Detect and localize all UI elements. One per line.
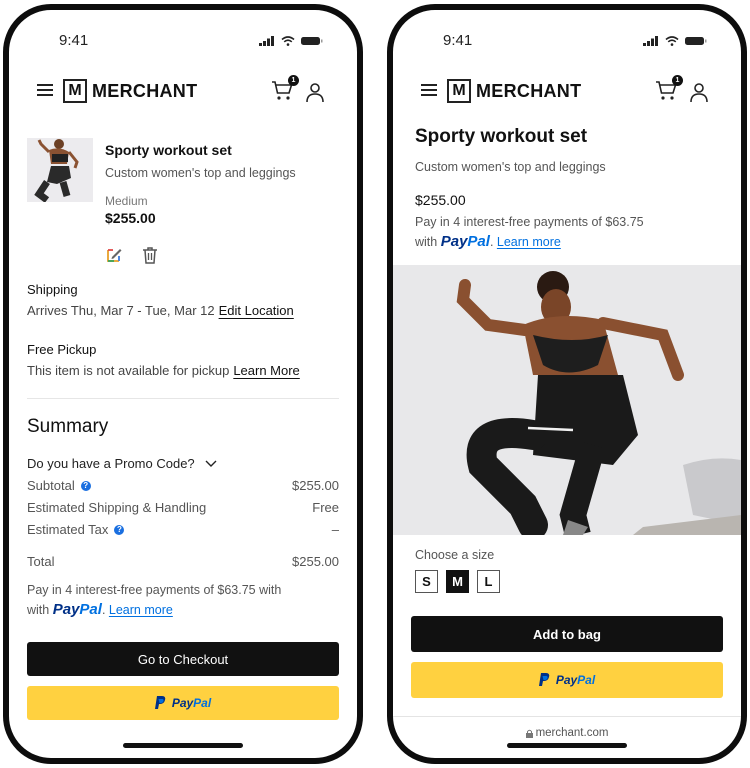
paypal-logo-icon [538, 673, 550, 686]
home-indicator [123, 743, 243, 748]
status-time: 9:41 [59, 32, 89, 49]
product-hero-image[interactable] [393, 265, 741, 535]
cart-badge: 1 [672, 75, 683, 86]
paylater-learn-more-link[interactable]: Learn more [109, 603, 173, 617]
checkout-button[interactable]: Go to Checkout [27, 642, 339, 676]
product-thumbnail[interactable] [27, 138, 93, 202]
site-header: M MERCHANT 1 [393, 75, 741, 110]
item-title: Sporty workout set [105, 142, 232, 158]
product-title: Sporty workout set [415, 126, 588, 147]
divider [27, 398, 339, 399]
status-bar: 9:41 [9, 30, 357, 54]
lock-icon [525, 729, 533, 738]
account-icon[interactable] [305, 81, 325, 103]
paypal-checkout-button[interactable]: PayPal [411, 662, 723, 698]
merchant-logo[interactable]: M MERCHANT [447, 79, 581, 103]
size-option-m[interactable]: M [446, 570, 469, 593]
item-size: Medium [105, 194, 148, 208]
paypal-wordmark: PayPal [52, 601, 102, 618]
cart-icon[interactable]: 1 [271, 75, 299, 104]
wifi-icon [281, 36, 295, 46]
merchant-logo[interactable]: M MERCHANT [63, 79, 197, 103]
shipping-title: Shipping [27, 282, 78, 297]
paypal-wordmark: PayPal [440, 233, 490, 250]
product-screen-phone: 9:41 M MERCHANT 1 Sporty workout set Cus… [387, 4, 747, 764]
shipping-section: Shipping Arrives Thu, Mar 7 - Tue, Mar 1… [27, 282, 339, 318]
battery-icon [301, 37, 323, 45]
site-header: M MERCHANT 1 [9, 75, 357, 110]
summary-title: Summary [27, 416, 109, 437]
edit-location-link[interactable]: Edit Location [219, 303, 294, 318]
home-indicator [507, 743, 627, 748]
logo-text: MERCHANT [92, 80, 198, 101]
item-subtitle: Custom women's top and leggings [105, 166, 296, 180]
logo-mark: M [63, 79, 87, 103]
info-icon[interactable]: ? [80, 480, 91, 491]
battery-icon [685, 37, 707, 45]
pickup-title: Free Pickup [27, 342, 97, 357]
menu-icon[interactable] [37, 84, 53, 98]
pickup-section: Free Pickup This item is not available f… [27, 342, 339, 378]
wifi-icon [665, 36, 679, 46]
summary-row-shipping: Estimated Shipping & Handling Free [27, 500, 339, 515]
edit-icon[interactable] [105, 246, 123, 264]
promo-code-toggle[interactable]: Do you have a Promo Code? [27, 456, 217, 471]
paypal-logo-icon [154, 696, 166, 709]
logo-mark: M [447, 79, 471, 103]
chevron-down-icon [205, 460, 217, 467]
paylater-learn-more-link[interactable]: Learn more [497, 235, 561, 249]
cart-item: Sporty workout set Custom women's top an… [27, 138, 339, 268]
summary-row-tax: Estimated Tax? – [27, 522, 339, 537]
status-bar: 9:41 [393, 30, 741, 54]
paypal-checkout-button[interactable]: PayPal [27, 686, 339, 720]
signal-icon [643, 36, 658, 46]
browser-url-bar[interactable]: merchant.com [393, 716, 741, 756]
pickup-text: This item is not available for pickup [27, 363, 230, 378]
paylater-message: Pay in 4 interest-free payments of $63.7… [27, 583, 282, 618]
size-label: Choose a size [415, 548, 495, 562]
paylater-message: Pay in 4 interest-free payments of $63.7… [415, 215, 644, 250]
trash-icon[interactable] [141, 246, 159, 264]
info-icon[interactable]: ? [114, 524, 125, 535]
item-price: $255.00 [105, 210, 156, 226]
summary-row-total: Total $255.00 [27, 554, 339, 569]
add-to-bag-button[interactable]: Add to bag [411, 616, 723, 652]
status-time: 9:41 [443, 32, 473, 49]
product-price: $255.00 [415, 192, 466, 208]
promo-label: Do you have a Promo Code? [27, 456, 195, 471]
size-option-s[interactable]: S [415, 570, 438, 593]
summary-row-subtotal: Subtotal? $255.00 [27, 478, 339, 493]
menu-icon[interactable] [421, 84, 437, 98]
cart-badge: 1 [288, 75, 299, 86]
size-option-l[interactable]: L [477, 570, 500, 593]
size-selector: S M L [415, 570, 500, 593]
account-icon[interactable] [689, 81, 709, 103]
logo-text: MERCHANT [476, 80, 582, 101]
cart-screen-phone: 9:41 M MERCHANT 1 Sporty workout set Cus… [3, 4, 363, 764]
cart-icon[interactable]: 1 [655, 75, 683, 104]
product-subtitle: Custom women's top and leggings [415, 160, 606, 174]
shipping-dates: Arrives Thu, Mar 7 - Tue, Mar 12 [27, 303, 215, 318]
pickup-learn-more-link[interactable]: Learn More [233, 363, 299, 378]
signal-icon [259, 36, 274, 46]
url-text: merchant.com [535, 727, 609, 739]
